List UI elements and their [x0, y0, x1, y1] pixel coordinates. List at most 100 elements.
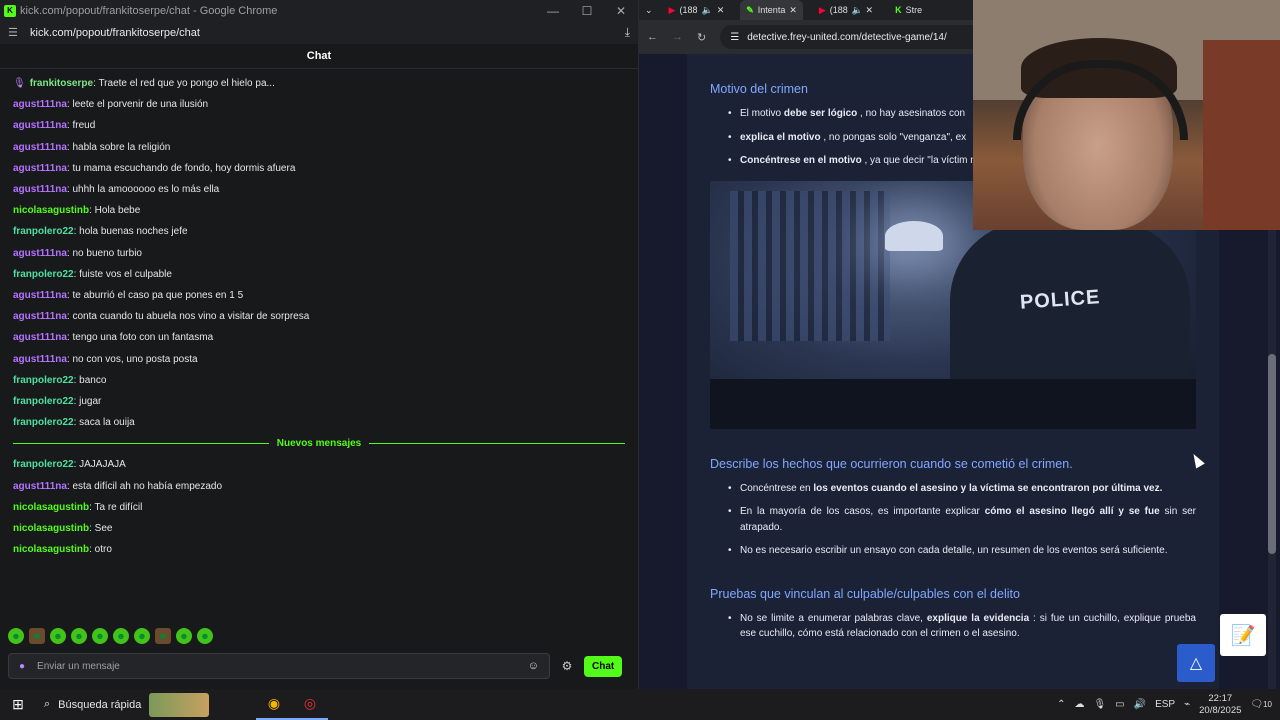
back-arrow-icon[interactable]: ← [647, 31, 658, 43]
emote-icon[interactable]: ☻ [92, 628, 108, 644]
chat-username[interactable]: agust111na [13, 99, 67, 110]
chat-message: agust111na: conta cuando tu abuela nos v… [13, 306, 625, 327]
notes-button-icon[interactable]: 📝 [1220, 614, 1266, 656]
chat-text: : leete el porvenir de una ilusión [66, 99, 209, 111]
maximize-icon[interactable]: ☐ [570, 4, 604, 18]
emote-icon[interactable]: ☻ [113, 628, 129, 644]
language-indicator[interactable]: ESP [1155, 699, 1175, 710]
chat-header: Chat [0, 44, 638, 69]
divider-line [13, 443, 269, 445]
send-chat-button[interactable]: Chat [584, 655, 623, 677]
minimize-icon[interactable]: — [536, 4, 570, 18]
site-info-icon[interactable]: ☰ [730, 32, 739, 43]
close-icon[interactable]: ✕ [604, 4, 638, 18]
chat-username[interactable]: nicolasagustinb [13, 544, 89, 555]
chat-username[interactable]: franpolero22 [13, 459, 74, 470]
chat-username[interactable]: agust111na [13, 354, 67, 365]
chat-text: : jugar [73, 395, 102, 407]
taskbar: ⊞ ⌕ Búsqueda rápida ◉ ◎ ⌃ ☁ 🎙 ▭ 🔊 ESP ⌁ … [0, 689, 1280, 720]
chat-text: : saca la ouija [73, 417, 135, 429]
chat-message: 🎙 frankitoserpe: Traete el red que yo pon… [13, 73, 625, 94]
chat-username[interactable]: franpolero22 [13, 396, 74, 407]
chat-text: : habla sobre la religión [66, 141, 171, 153]
chat-message: franpolero22: jugar [13, 391, 625, 412]
tray-chevron-icon[interactable]: ⌃ [1057, 699, 1065, 710]
emote-icon[interactable]: ☻ [50, 628, 66, 644]
chat-username[interactable]: agust111na [13, 120, 67, 131]
input-placeholder[interactable]: Enviar un mensaje [37, 661, 528, 672]
chat-username[interactable]: agust111na [13, 142, 67, 153]
emote-icon[interactable]: ☻ [176, 628, 192, 644]
network-icon[interactable]: ▭ [1115, 699, 1124, 710]
window-title: kick.com/popout/frankitoserpe/chat - Goo… [20, 4, 278, 17]
city-window-graphic [730, 190, 890, 341]
chat-window-titlebar: K kick.com/popout/frankitoserpe/chat - G… [0, 0, 638, 21]
chat-username[interactable]: agust111na [13, 332, 67, 343]
search-highlight-image [149, 692, 210, 717]
chat-username[interactable]: nicolasagustinb [13, 502, 89, 513]
webcam-shelf [1203, 40, 1280, 230]
search-label[interactable]: Búsqueda rápida [58, 699, 141, 711]
obs-taskbar-icon[interactable]: ◎ [292, 689, 328, 720]
scroll-to-top-button[interactable]: △ [1177, 644, 1215, 682]
chat-text: : otro [89, 544, 112, 556]
chat-username[interactable]: franpolero22 [13, 226, 74, 237]
reload-icon[interactable]: ↻ [697, 31, 706, 44]
chat-settings-gear-icon[interactable]: ⚙ [560, 659, 574, 673]
chat-message: nicolasagustinb: Ta re difícil [13, 497, 625, 518]
emote-icon[interactable]: ☻ [71, 628, 87, 644]
cloud-icon[interactable]: ☁ [1074, 699, 1084, 710]
chat-text: : tu mama escuchando de fondo, hoy dormi… [66, 162, 296, 174]
tab-intenta[interactable]: ✎ Intenta ✕ [740, 0, 803, 20]
volume-icon[interactable]: 🔊 [1134, 699, 1146, 710]
emote-icon[interactable]: ☻ [29, 628, 45, 644]
chat-username[interactable]: agust111na [13, 290, 67, 301]
scrollbar-thumb[interactable] [1268, 354, 1276, 554]
address-bar[interactable]: ☰ kick.com/popout/frankitoserpe/chat ⤓ [0, 21, 638, 44]
speaker-icon[interactable]: 🔈 [701, 5, 712, 16]
chat-username[interactable]: agust111na [13, 163, 67, 174]
emote-icon[interactable]: ☻ [197, 628, 213, 644]
emote-icon[interactable]: ☻ [8, 628, 24, 644]
emoji-picker-icon[interactable]: ☺ [528, 660, 539, 672]
site-info-icon[interactable]: ☰ [8, 26, 22, 39]
chat-username[interactable]: nicolasagustinb [13, 523, 89, 534]
notification-center-icon[interactable]: 🗨10 [1250, 699, 1272, 710]
chat-message: franpolero22: fuiste vos el culpable [13, 264, 625, 285]
chat-username[interactable]: agust111na [13, 248, 67, 259]
omnibox-url[interactable]: detective.frey-united.com/detective-game… [747, 32, 947, 43]
tab-youtube-1[interactable]: ▶ (188 🔈 ✕ [663, 5, 731, 16]
download-icon[interactable]: ⤓ [625, 25, 630, 40]
clock[interactable]: 22:17 20/8/2025 [1199, 693, 1241, 717]
chat-text: : esta difícil ah no había empezado [66, 480, 223, 492]
tab-youtube-2[interactable]: ▶ (188 🔈 ✕ [813, 5, 879, 16]
chat-username[interactable]: franpolero22 [13, 417, 74, 428]
chat-text: : no con vos, uno posta posta [66, 353, 198, 365]
tab-kick-stream[interactable]: K Stre [889, 5, 928, 15]
chat-username[interactable]: franpolero22 [13, 269, 74, 280]
chat-username[interactable]: franpolero22 [13, 375, 74, 386]
emote-icon[interactable]: ☻ [134, 628, 150, 644]
address-url[interactable]: kick.com/popout/frankitoserpe/chat [30, 27, 625, 39]
chat-message: franpolero22: banco [13, 370, 625, 391]
chat-username[interactable]: nicolasagustinb [13, 205, 89, 216]
windows-start-icon[interactable]: ⊞ [0, 696, 36, 713]
chat-message-list[interactable]: 🎙 frankitoserpe: Traete el red que yo pon… [0, 73, 638, 573]
kick-logo-icon: K [4, 4, 16, 17]
chat-text: : no bueno turbio [66, 247, 142, 259]
taskbar-search[interactable]: ⌕ Búsqueda rápida [36, 692, 256, 717]
emote-icon[interactable]: ☻ [155, 628, 171, 644]
chat-username[interactable]: agust111na [13, 481, 67, 492]
microphone-icon[interactable]: 🎙 [1093, 699, 1106, 710]
tab-search-chevron-icon[interactable]: ⌄ [645, 5, 653, 16]
mic-badge-icon: 🎙 [13, 78, 26, 90]
chat-message-input[interactable]: ● Enviar un mensaje ☺ [8, 653, 550, 679]
chat-username[interactable]: frankitoserpe [30, 78, 93, 89]
battery-icon[interactable]: ⌁ [1184, 699, 1190, 710]
chat-message: franpolero22: hola buenas noches jefe [13, 221, 625, 242]
chat-username[interactable]: agust111na [13, 311, 67, 322]
forward-arrow-icon[interactable]: → [672, 31, 683, 43]
chrome-taskbar-icon[interactable]: ◉ [256, 689, 292, 720]
chat-username[interactable]: agust111na [13, 184, 67, 195]
chat-message: agust111na: freud [13, 115, 625, 136]
